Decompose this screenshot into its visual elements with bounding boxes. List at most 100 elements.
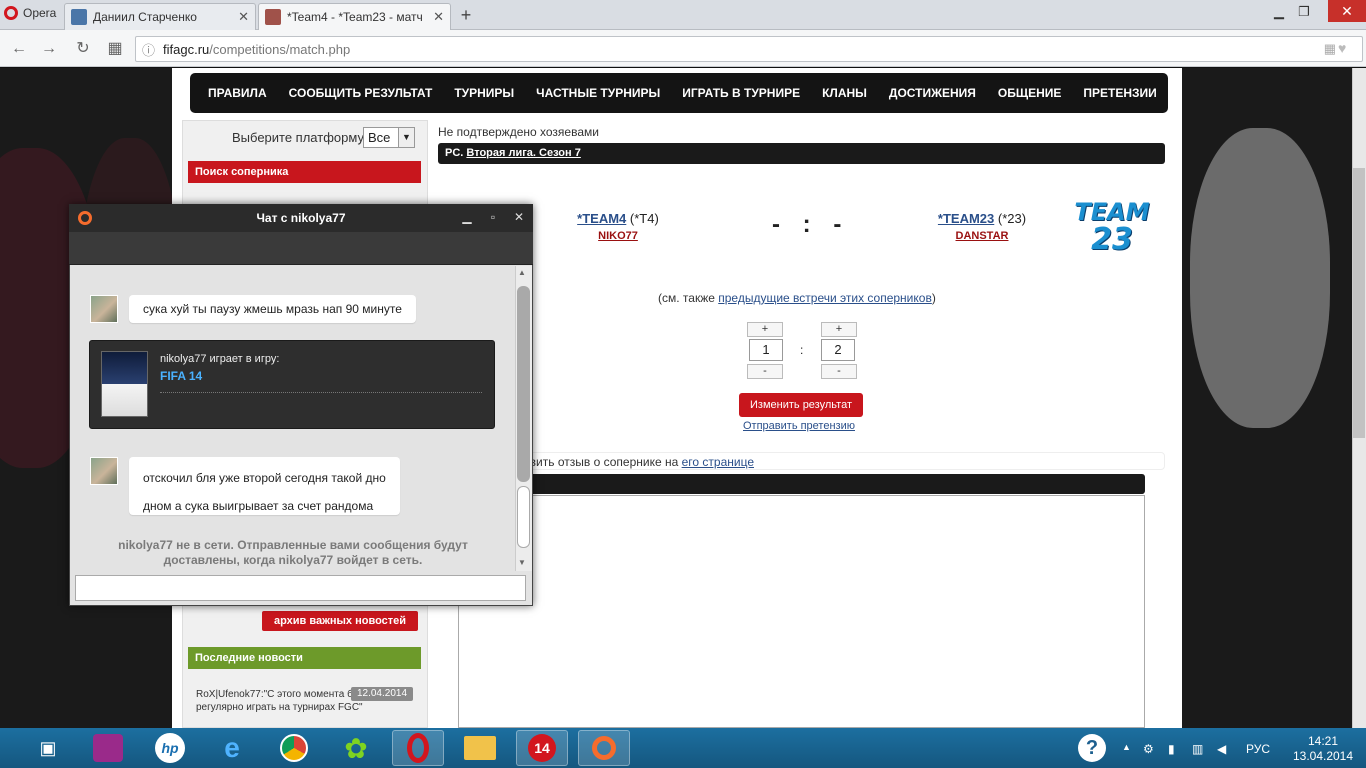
bookmark-heart-icon[interactable]: ♥: [1338, 40, 1346, 56]
opponent-page-link[interactable]: его странице: [682, 455, 754, 469]
start-button[interactable]: ▣: [22, 730, 74, 766]
chat-message-input[interactable]: [75, 575, 526, 601]
comment-textarea[interactable]: [458, 495, 1145, 728]
clock[interactable]: 14:21 13.04.2014: [1288, 734, 1358, 764]
home-team-link[interactable]: *TEAM4: [577, 211, 626, 226]
chat-scrollbar-thumb-lower[interactable]: [517, 486, 530, 548]
tiles-icon[interactable]: ▦: [1324, 41, 1336, 57]
news-item-date: 12.04.2014: [351, 687, 413, 701]
away-score-input[interactable]: 2: [821, 339, 855, 361]
background-player-image: [1190, 128, 1330, 428]
page-scrollbar-thumb[interactable]: [1353, 168, 1365, 438]
remote-desktop-icon: [93, 734, 123, 762]
language-indicator[interactable]: РУС: [1246, 742, 1270, 756]
reload-icon[interactable]: ↻: [72, 38, 94, 60]
away-team-link[interactable]: *TEAM23: [938, 211, 994, 226]
chat-maximize-icon[interactable]: ▫: [484, 207, 502, 227]
taskbar-hp[interactable]: hp: [144, 730, 196, 766]
game-name-link[interactable]: FIFA 14: [160, 369, 202, 383]
volume-icon[interactable]: ◀: [1217, 742, 1226, 756]
tab-match[interactable]: *Team4 - *Team23 - матч ✕: [258, 3, 451, 30]
divider: [160, 392, 482, 393]
review-row: авить отзыв о сопернике на его странице: [438, 452, 1165, 470]
nav-clans[interactable]: КЛАНЫ: [822, 86, 867, 100]
avatar[interactable]: [90, 295, 118, 323]
close-tab-icon[interactable]: ✕: [433, 9, 444, 25]
latest-news-header: Последние новости: [188, 647, 421, 669]
back-icon[interactable]: ←: [8, 38, 30, 60]
internet-explorer-icon: e: [224, 732, 240, 763]
avatar[interactable]: [90, 457, 118, 485]
scroll-down-icon[interactable]: ▼: [518, 558, 526, 567]
speed-dial-icon[interactable]: ▦: [104, 38, 126, 60]
nav-private-tournaments[interactable]: ЧАСТНЫЕ ТУРНИРЫ: [536, 86, 660, 100]
windows-start-icon: ▣: [39, 737, 57, 758]
home-team: *TEAM4 (*T4) NIKO77: [562, 211, 674, 242]
taskbar-ie[interactable]: e: [206, 730, 258, 766]
chat-scrollbar-thumb[interactable]: [517, 286, 530, 482]
opera-menu-button[interactable]: Opera: [0, 0, 60, 26]
match-status: Не подтверждено хозяевами: [438, 125, 599, 139]
chat-close-icon[interactable]: ✕: [510, 207, 528, 227]
chat-message: сука хуй ты паузу жмешь мразь нап 90 мин…: [129, 295, 416, 323]
close-window-button[interactable]: ✕: [1328, 0, 1366, 22]
show-hidden-icons-icon[interactable]: ▲: [1122, 742, 1131, 752]
away-player-link[interactable]: DANSTAR: [920, 230, 1044, 242]
fifa14-cover-image[interactable]: [101, 351, 148, 417]
chrome-icon: [280, 734, 308, 762]
taskbar-badge-app[interactable]: 14: [516, 730, 568, 766]
platform-label: Выберите платформу:: [232, 130, 368, 145]
taskbar-opera[interactable]: [392, 730, 444, 766]
forward-icon[interactable]: →: [38, 38, 60, 60]
change-result-button[interactable]: Изменить результат: [739, 393, 863, 417]
close-tab-icon[interactable]: ✕: [238, 9, 249, 25]
tab-vk[interactable]: Даниил Старченко ✕: [64, 3, 256, 30]
scroll-up-icon[interactable]: ▲: [518, 268, 526, 277]
home-score-plus-button[interactable]: +: [747, 322, 783, 337]
now-playing-label: nikolya77 играет в игру:: [160, 353, 280, 365]
folder-icon: [464, 736, 496, 760]
taskbar-origin[interactable]: [578, 730, 630, 766]
taskbar-remote-app[interactable]: [82, 730, 134, 766]
site-info-icon[interactable]: ⓘ: [142, 40, 155, 59]
tray-device-icon[interactable]: ▮: [1168, 742, 1175, 756]
main-nav: ПРАВИЛА СООБЩИТЬ РЕЗУЛЬТАТ ТУРНИРЫ ЧАСТН…: [190, 73, 1168, 113]
site-favicon-icon: [265, 9, 281, 25]
platform-select[interactable]: Все ▼: [363, 127, 415, 148]
taskbar-chrome[interactable]: [268, 730, 320, 766]
nav-play-tournament[interactable]: ИГРАТЬ В ТУРНИРЕ: [682, 86, 800, 100]
new-tab-button[interactable]: +: [456, 5, 476, 25]
nav-report-result[interactable]: СООБЩИТЬ РЕЗУЛЬТАТ: [289, 86, 433, 100]
opera-icon: [407, 733, 429, 763]
league-link[interactable]: Вторая лига. Сезон 7: [466, 147, 580, 159]
offline-notice: nikolya77 не в сети. Отправленные вами с…: [118, 538, 468, 567]
nav-achievements[interactable]: ДОСТИЖЕНИЯ: [889, 86, 976, 100]
home-score-minus-button[interactable]: -: [747, 364, 783, 379]
network-icon[interactable]: ▥: [1192, 742, 1203, 756]
away-team: *TEAM23 (*23) DANSTAR: [920, 211, 1044, 242]
archive-news-button[interactable]: архив важных новостей: [262, 611, 418, 631]
taskbar-icq[interactable]: ✿: [330, 730, 382, 766]
tray-app-icon[interactable]: ⚙: [1143, 742, 1154, 756]
hp-icon: hp: [155, 733, 185, 763]
nav-complaints[interactable]: ПРЕТЕНЗИИ: [1083, 86, 1156, 100]
match-score: - : -: [772, 211, 850, 238]
url-field[interactable]: ⓘ fifagc.ru/competitions/match.php ▦: [135, 36, 1363, 62]
chat-toolbar: [69, 232, 533, 265]
chevron-down-icon: ▼: [398, 128, 414, 147]
home-player-link[interactable]: NIKO77: [562, 230, 674, 242]
now-playing-card: [89, 340, 495, 429]
nav-communication[interactable]: ОБЩЕНИЕ: [998, 86, 1062, 100]
origin-icon: [592, 736, 616, 760]
restore-window-button[interactable]: ❐: [1289, 2, 1319, 22]
home-score-input[interactable]: 1: [749, 339, 783, 361]
away-score-minus-button[interactable]: -: [821, 364, 857, 379]
taskbar-explorer[interactable]: [454, 730, 506, 766]
nav-tournaments[interactable]: ТУРНИРЫ: [454, 86, 514, 100]
previous-meetings-link[interactable]: предыдущие встречи этих соперников: [718, 291, 932, 305]
chat-minimize-icon[interactable]: ▁: [458, 207, 476, 227]
send-complaint-link[interactable]: Отправить претензию: [743, 420, 855, 432]
away-score-plus-button[interactable]: +: [821, 322, 857, 337]
nav-rules[interactable]: ПРАВИЛА: [208, 86, 267, 100]
help-icon[interactable]: ?: [1078, 734, 1106, 762]
